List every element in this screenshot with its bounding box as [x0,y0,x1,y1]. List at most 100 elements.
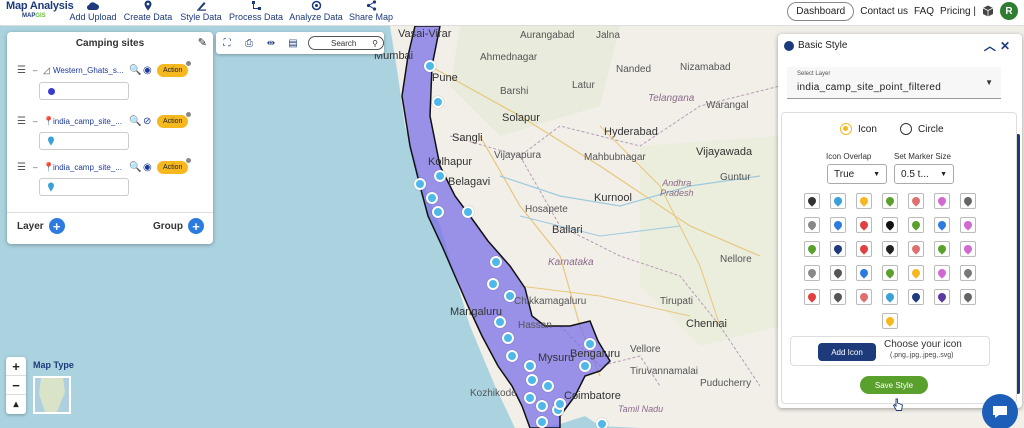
marker-icon-option[interactable] [934,289,950,305]
layer-symbol-box[interactable] [39,132,129,150]
add-layer[interactable]: Layer + [17,218,65,234]
eye-hidden-icon[interactable]: ⊘ [143,116,157,127]
marker-icon-option[interactable] [882,193,898,209]
zoom-to-layer-icon[interactable]: 🔍 [129,65,143,76]
marker-icon-option[interactable] [830,241,846,257]
zoom-out-button[interactable]: − [6,376,26,395]
campsite-marker[interactable] [414,178,426,190]
map-type-thumbnail[interactable] [33,376,71,414]
marker-size-select[interactable]: 0.5 t... ▼ [894,164,954,184]
app-logo[interactable]: Map Analysis MAPGIS [6,0,74,26]
faq-link[interactable]: FAQ [914,6,934,17]
campsite-marker[interactable] [536,416,548,428]
layer-symbol-box[interactable] [39,178,129,196]
add-layer-button[interactable]: + [48,218,65,234]
layer-row[interactable]: ☰ – 📍 india_camp_site_... 🔍 ◉ Action [17,157,211,175]
add-group[interactable]: Group + [153,218,204,234]
marker-icon-option[interactable] [804,217,820,233]
contact-link[interactable]: Contact us [860,6,908,17]
layer-row[interactable]: ☰ – 📍 india_camp_site_... 🔍 ⊘ Action [17,111,211,129]
campsite-marker[interactable] [524,360,536,372]
nav-add-upload[interactable]: Add Upload [68,0,118,26]
nav-style-data[interactable]: Style Data [178,0,224,26]
campsite-marker[interactable] [426,192,438,204]
layer-action-button[interactable]: Action [157,111,192,128]
marker-icon-option[interactable] [804,289,820,305]
radio-icon[interactable]: Icon [840,123,877,135]
marker-icon-option[interactable] [908,241,924,257]
layer-name[interactable]: india_camp_site_... [53,163,129,172]
marker-icon-option[interactable] [804,265,820,281]
campsite-marker[interactable] [487,278,499,290]
marker-icon-option[interactable] [830,193,846,209]
select-layer-dropdown[interactable]: Select Layer india_camp_site_point_filte… [787,67,1001,99]
layer-symbol-box[interactable] [39,82,129,100]
marker-icon-option[interactable] [934,193,950,209]
marker-icon-option[interactable] [908,217,924,233]
radio-button-checked[interactable] [840,123,852,135]
collapse-icon[interactable]: – [33,163,43,172]
drag-handle-icon[interactable]: ☰ [17,65,33,76]
marker-icon-option[interactable] [882,241,898,257]
close-panel-icon[interactable]: ✕ [1000,39,1014,53]
map-search[interactable]: Search ⚲ [308,36,384,50]
avatar[interactable]: R [1000,2,1018,20]
print-icon[interactable]: ⎙ [238,32,260,54]
marker-icon-option[interactable] [960,217,976,233]
save-style-button[interactable]: Save Style [860,376,928,394]
marker-icon-option[interactable] [882,313,898,329]
radio-circle[interactable]: Circle [900,123,944,135]
marker-icon-option[interactable] [830,289,846,305]
fullscreen-icon[interactable]: ⛶ [216,32,238,54]
marker-icon-option[interactable] [856,217,872,233]
campsite-marker[interactable] [432,206,444,218]
reset-bearing-button[interactable]: ▴ [6,395,26,414]
marker-icon-option[interactable] [882,217,898,233]
marker-icon-option[interactable] [804,193,820,209]
campsite-marker[interactable] [542,380,554,392]
campsite-marker[interactable] [526,374,538,386]
eye-icon[interactable]: ◉ [143,65,157,76]
campsite-marker[interactable] [536,400,548,412]
marker-icon-option[interactable] [960,289,976,305]
drag-handle-icon[interactable]: ☰ [17,162,33,173]
dashboard-button[interactable]: Dashboard [787,1,855,21]
marker-icon-option[interactable] [830,217,846,233]
campsite-marker[interactable] [432,96,444,108]
zoom-to-layer-icon[interactable]: 🔍 [129,162,143,173]
cube-icon[interactable] [982,5,994,17]
campsite-marker[interactable] [424,60,436,72]
marker-icon-option[interactable] [908,193,924,209]
collapse-panel-icon[interactable]: ︿ [984,39,1000,53]
search-icon[interactable]: ⚲ [372,39,378,48]
marker-icon-option[interactable] [804,241,820,257]
layer-name[interactable]: Western_Ghats_s... [53,66,129,75]
nav-create-data[interactable]: Create Data [122,0,174,26]
marker-icon-option[interactable] [882,265,898,281]
layer-action-button[interactable]: Action [157,157,192,174]
marker-icon-option[interactable] [908,265,924,281]
marker-icon-option[interactable] [908,289,924,305]
marker-icon-option[interactable] [960,265,976,281]
marker-icon-option[interactable] [856,265,872,281]
campsite-marker[interactable] [596,418,608,428]
layer-action-button[interactable]: Action [157,60,192,77]
nav-process-data[interactable]: Process Data [228,0,284,26]
layer-row[interactable]: ☰ – ◿ Western_Ghats_s... 🔍 ◉ Action [17,60,211,78]
marker-icon-option[interactable] [856,289,872,305]
edit-pencil-icon[interactable]: ✎ [198,36,207,49]
campsite-marker[interactable] [502,332,514,344]
marker-icon-option[interactable] [934,241,950,257]
add-group-button[interactable]: + [188,218,204,234]
marker-icon-option[interactable] [934,217,950,233]
zoom-in-button[interactable]: + [6,357,26,376]
marker-icon-option[interactable] [830,265,846,281]
add-icon-button[interactable]: Add Icon [818,343,876,361]
marker-icon-option[interactable] [882,289,898,305]
marker-icon-option[interactable] [960,241,976,257]
marker-icon-option[interactable] [856,193,872,209]
collapse-icon[interactable]: – [33,66,43,75]
campsite-marker[interactable] [506,350,518,362]
nav-share-map[interactable]: Share Map [348,0,394,26]
campsite-marker[interactable] [462,206,474,218]
